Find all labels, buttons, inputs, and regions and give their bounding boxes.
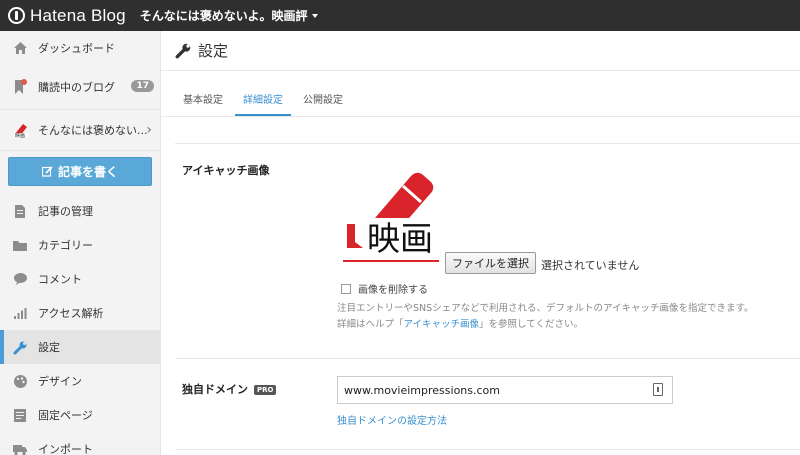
bar-chart-icon bbox=[12, 305, 28, 321]
eyecatch-label: アイキャッチ画像 bbox=[182, 164, 270, 177]
edit-icon bbox=[41, 166, 53, 177]
chevron-right-icon: › bbox=[146, 122, 152, 138]
write-article-button[interactable]: 記事を書く bbox=[8, 157, 152, 186]
sidebar-item-label: 固定ページ bbox=[38, 409, 93, 422]
help-line-1: 注目エントリーやSNSシェアなどで利用される、デフォルトのアイキャッチ画像を指定… bbox=[337, 303, 754, 314]
sidebar-item-settings[interactable]: 設定 bbox=[0, 330, 160, 364]
eyecatch-section: アイキャッチ画像 映画 ファイルを選択 選択されていません 画像を削除する 注目… bbox=[175, 143, 800, 358]
tab-publish-settings[interactable]: 公開設定 bbox=[295, 91, 351, 116]
blog-avatar: 映画 bbox=[12, 121, 30, 139]
help-suffix: 」を参照してください。 bbox=[479, 319, 583, 330]
sidebar: ダッシュボード 購読中のブログ 17 映画 そんなには褒めない... › 記事を… bbox=[0, 31, 161, 455]
sidebar-blog-label: そんなには褒めない... bbox=[38, 124, 148, 137]
delete-image-checkbox[interactable] bbox=[341, 283, 351, 294]
custom-domain-help-link[interactable]: 独自ドメインの設定方法 bbox=[337, 412, 447, 427]
sidebar-item-label: カテゴリー bbox=[38, 239, 93, 252]
choose-file-button[interactable]: ファイルを選択 bbox=[445, 252, 536, 274]
truck-icon bbox=[12, 441, 28, 455]
custom-domain-label: 独自ドメイン PRO bbox=[182, 381, 277, 397]
brand-name: Hatena Blog bbox=[30, 5, 126, 25]
sidebar-item-subscriptions[interactable]: 購読中のブログ 17 bbox=[0, 65, 160, 109]
delete-image-label: 画像を削除する bbox=[358, 285, 428, 296]
sidebar-item-label: ダッシュボード bbox=[38, 42, 115, 55]
sidebar-item-static-pages[interactable]: 固定ページ bbox=[0, 398, 160, 432]
main-content: 設定 基本設定 詳細設定 公開設定 アイキャッチ画像 映画 ファイルを選択 選択… bbox=[161, 31, 800, 455]
document-icon bbox=[12, 203, 28, 219]
eyecatch-image-preview: 映画 bbox=[341, 162, 443, 266]
wrench-icon bbox=[12, 339, 28, 355]
password-manager-icon[interactable] bbox=[653, 383, 663, 396]
write-article-label: 記事を書く bbox=[57, 165, 118, 179]
sidebar-item-label: 設定 bbox=[38, 341, 60, 354]
custom-domain-label-text: 独自ドメイン bbox=[182, 383, 248, 396]
blog-switcher-label: そんなには褒めないよ。映画評 bbox=[139, 9, 308, 23]
sidebar-item-label: デザイン bbox=[38, 375, 82, 388]
file-status-text: 選択されていません bbox=[541, 259, 640, 272]
help-prefix: 詳細はヘルプ「 bbox=[337, 319, 404, 330]
page-title: 設定 bbox=[161, 31, 800, 71]
comment-icon bbox=[12, 271, 28, 287]
tab-basic-settings[interactable]: 基本設定 bbox=[175, 91, 231, 116]
bookmark-icon bbox=[12, 79, 28, 95]
caret-down-icon bbox=[311, 13, 318, 18]
sidebar-item-analytics[interactable]: アクセス解析 bbox=[0, 296, 160, 330]
eyecatch-help-text: 注目エントリーやSNSシェアなどで利用される、デフォルトのアイキャッチ画像を指定… bbox=[337, 301, 797, 333]
help-line-2: 詳細はヘルプ「アイキャッチ画像」を参照してください。 bbox=[337, 317, 797, 333]
svg-text:映画: 映画 bbox=[15, 132, 25, 139]
custom-domain-input[interactable] bbox=[337, 376, 673, 404]
sidebar-item-label: インポート bbox=[38, 443, 93, 455]
sidebar-item-dashboard[interactable]: ダッシュボード bbox=[0, 31, 160, 65]
sidebar-item-label: 記事の管理 bbox=[38, 205, 93, 218]
eyecatch-image-text: 映画 bbox=[367, 219, 433, 258]
folder-icon bbox=[12, 237, 28, 253]
pro-badge: PRO bbox=[254, 385, 277, 395]
delete-image-option: 画像を削除する bbox=[341, 281, 428, 296]
eyecatch-help-link[interactable]: アイキャッチ画像 bbox=[404, 319, 480, 330]
blog-switcher[interactable]: そんなには褒めないよ。映画評 bbox=[140, 7, 318, 24]
top-bar: Hatena Blog そんなには褒めないよ。映画評 bbox=[0, 0, 800, 31]
palette-icon bbox=[12, 373, 28, 389]
sidebar-item-articles[interactable]: 記事の管理 bbox=[0, 194, 160, 228]
wrench-icon bbox=[175, 42, 192, 59]
subscription-count-badge: 17 bbox=[131, 80, 154, 92]
sidebar-item-comments[interactable]: コメント bbox=[0, 262, 160, 296]
sidebar-item-categories[interactable]: カテゴリー bbox=[0, 228, 160, 262]
sidebar-item-label: コメント bbox=[38, 273, 82, 286]
custom-domain-section: 独自ドメイン PRO 独自ドメインの設定方法 bbox=[175, 358, 800, 450]
sidebar-blog-row[interactable]: 映画 そんなには褒めない... › bbox=[0, 109, 160, 151]
page-title-text: 設定 bbox=[198, 42, 229, 60]
page-icon bbox=[12, 407, 28, 423]
sidebar-item-design[interactable]: デザイン bbox=[0, 364, 160, 398]
sidebar-item-import[interactable]: インポート bbox=[0, 432, 160, 455]
sidebar-item-label: アクセス解析 bbox=[38, 307, 104, 320]
settings-tabs: 基本設定 詳細設定 公開設定 bbox=[161, 71, 800, 117]
hatena-mark-icon bbox=[8, 7, 25, 24]
home-icon bbox=[12, 40, 28, 56]
hatena-logo[interactable]: Hatena Blog bbox=[8, 6, 126, 26]
sidebar-item-label: 購読中のブログ bbox=[38, 81, 115, 94]
tab-advanced-settings[interactable]: 詳細設定 bbox=[235, 91, 291, 116]
